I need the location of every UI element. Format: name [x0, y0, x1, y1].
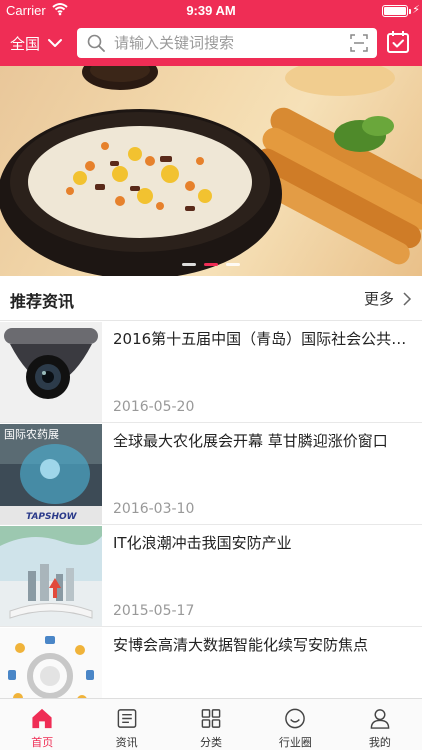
- scan-icon[interactable]: [350, 34, 368, 52]
- tab-label: 我的: [368, 736, 391, 749]
- search-input[interactable]: [114, 34, 334, 52]
- more-label: 更多: [363, 290, 394, 308]
- app-header: Carrier 9:39 AM ⚡ 全国: [0, 0, 422, 66]
- search-icon: [87, 34, 105, 52]
- news-thumbnail: [0, 526, 102, 626]
- tab-label: 资讯: [115, 736, 138, 749]
- section-header: 推荐资讯 更多: [0, 276, 422, 321]
- svg-text:国际农药展: 国际农药展: [4, 427, 59, 441]
- tab-label: 分类: [200, 736, 223, 749]
- news-date: 2016-05-20: [113, 399, 195, 415]
- news-headline: 安博会高清大数据智能化续写安防焦点: [113, 636, 369, 654]
- clock: 9:39 AM: [186, 3, 236, 18]
- chevron-down-icon: [48, 39, 63, 47]
- calendar-check-icon[interactable]: [386, 30, 410, 54]
- tab-category[interactable]: 分类: [169, 699, 253, 750]
- news-date: 2016-03-10: [113, 501, 195, 517]
- news-icon: [117, 709, 136, 728]
- banner-image: [0, 66, 422, 276]
- carousel-dot[interactable]: [226, 263, 240, 266]
- news-headline: IT化浪潮冲击我国安防产业: [113, 534, 292, 552]
- tab-label: 行业圈: [278, 736, 312, 749]
- circle-icon: [285, 708, 306, 729]
- region-label: 全国: [10, 34, 41, 53]
- bottom-tab-bar: 首页 资讯 分类 行业圈 我的: [0, 698, 422, 750]
- news-date: 2015-05-17: [113, 603, 195, 619]
- region-selector[interactable]: 全国: [10, 30, 64, 56]
- news-item[interactable]: 安博会高清大数据智能化续写安防焦点: [0, 627, 422, 698]
- home-icon: [32, 708, 52, 729]
- charging-icon: ⚡: [412, 3, 420, 16]
- tab-label: 首页: [31, 736, 54, 749]
- news-headline: 2016第十五届中国（青岛）国际社会公共安...: [113, 330, 413, 348]
- news-thumbnail: [0, 628, 102, 698]
- news-item[interactable]: 2016第十五届中国（青岛）国际社会公共安... 2016-05-20: [0, 321, 422, 423]
- tab-profile[interactable]: 我的: [338, 699, 422, 750]
- tab-home[interactable]: 首页: [0, 699, 84, 750]
- carousel-dot-active[interactable]: [204, 263, 218, 266]
- news-list: 2016第十五届中国（青岛）国际社会公共安... 2016-05-20 国际农药…: [0, 321, 422, 698]
- news-thumbnail: 国际农药展 TAPSHOW: [0, 424, 102, 524]
- status-bar: Carrier 9:39 AM ⚡: [0, 0, 422, 22]
- chevron-right-icon: [403, 291, 412, 306]
- news-item[interactable]: IT化浪潮冲击我国安防产业 2015-05-17: [0, 525, 422, 627]
- grid-icon: [201, 709, 221, 728]
- tab-news[interactable]: 资讯: [84, 699, 168, 750]
- carousel-indicator: [0, 263, 422, 266]
- banner-carousel[interactable]: [0, 66, 422, 276]
- section-title: 推荐资讯: [10, 292, 75, 311]
- news-headline: 全球最大农化展会开幕 草甘膦迎涨价窗口: [113, 432, 388, 450]
- battery-icon: [382, 5, 408, 17]
- user-icon: [370, 709, 390, 729]
- more-link[interactable]: 更多: [364, 288, 412, 309]
- svg-text:TAPSHOW: TAPSHOW: [26, 512, 78, 522]
- carousel-dot[interactable]: [182, 263, 196, 266]
- tab-industry-circle[interactable]: 行业圈: [253, 699, 337, 750]
- news-item[interactable]: 国际农药展 TAPSHOW 全球最大农化展会开幕 草甘膦迎涨价窗口 2016-0…: [0, 423, 422, 525]
- news-thumbnail: [0, 322, 102, 422]
- search-bar[interactable]: [77, 28, 377, 58]
